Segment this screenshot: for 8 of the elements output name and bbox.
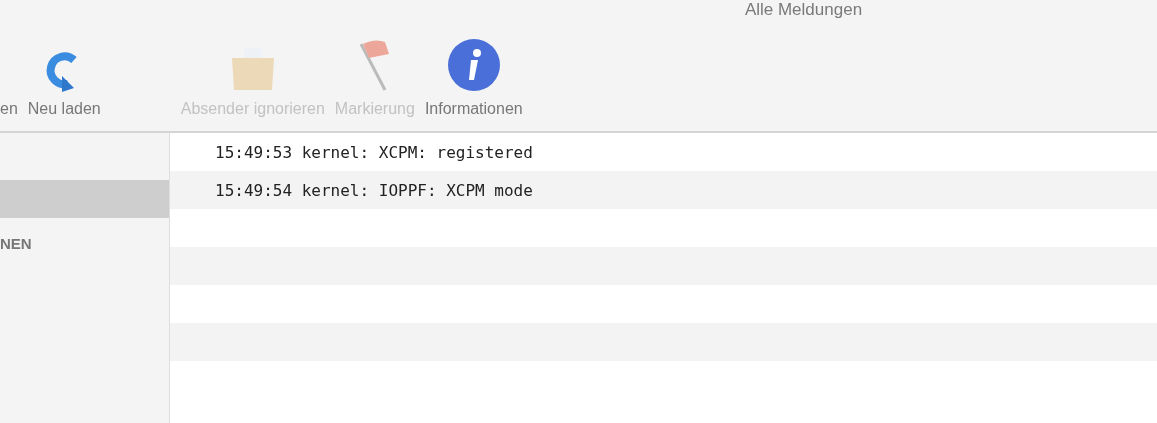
log-row: 15:49:54 kernel: IOPPF: XCPM mode: [170, 171, 1157, 209]
toolbar-button[interactable]: en: [0, 100, 23, 118]
toolbar-button[interactable]: Informationen: [419, 38, 528, 118]
sidebar-row[interactable]: [0, 180, 169, 218]
info-icon: [446, 38, 501, 92]
toolbar-button[interactable]: Neu laden: [22, 48, 106, 118]
window-title: Alle Meldungen: [743, 0, 864, 20]
sidebar-section-header: NEN: [0, 234, 33, 252]
